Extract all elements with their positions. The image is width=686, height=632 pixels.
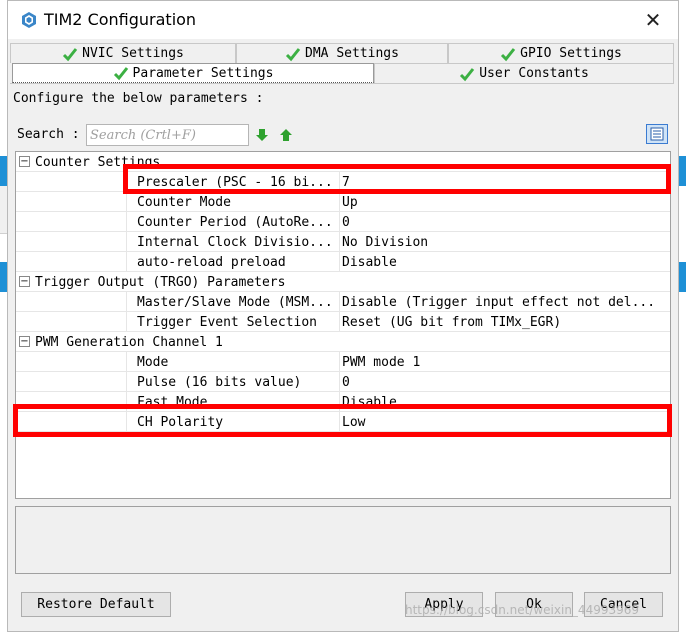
param-row[interactable]: auto-reload preload Disable: [16, 252, 670, 272]
tab-dma-settings[interactable]: DMA Settings: [236, 43, 448, 63]
param-value[interactable]: 0: [342, 375, 667, 390]
tab-nvic-settings[interactable]: NVIC Settings: [10, 43, 236, 63]
cube-logo-icon: [22, 12, 36, 28]
check-icon: [460, 67, 475, 81]
tab-label: GPIO Settings: [520, 46, 622, 61]
param-name: Trigger Event Selection: [137, 315, 318, 330]
close-button[interactable]: ✕: [640, 7, 666, 33]
group-pwm-generation-channel-1[interactable]: − PWM Generation Channel 1: [16, 332, 670, 352]
param-row[interactable]: Pulse (16 bits value) 0: [16, 372, 670, 392]
watermark-text: https://blog.csdn.net/weixin_44993969: [405, 603, 640, 617]
tab-label: Parameter Settings: [132, 65, 274, 81]
param-value[interactable]: 0: [342, 215, 667, 230]
parameter-tree: − Counter Settings Prescaler (PSC - 16 b…: [15, 151, 671, 499]
group-name: PWM Generation Channel 1: [35, 335, 223, 350]
check-icon: [501, 47, 516, 61]
dialog-title: TIM2 Configuration: [44, 10, 197, 29]
check-icon: [113, 67, 128, 81]
param-value[interactable]: Disable (Trigger input effect not del...: [342, 295, 667, 310]
configure-instructions: Configure the below parameters :: [13, 91, 264, 106]
param-row[interactable]: Trigger Event Selection Reset (UG bit fro…: [16, 312, 670, 332]
search-input[interactable]: [86, 124, 249, 146]
tab-gpio-settings[interactable]: GPIO Settings: [448, 43, 674, 63]
param-value[interactable]: Disable: [342, 255, 667, 270]
group-name: Trigger Output (TRGO) Parameters: [35, 275, 286, 290]
tabs-divider: [10, 83, 674, 84]
annotation-highlight-prescaler: [123, 164, 671, 194]
param-value[interactable]: Up: [342, 195, 667, 210]
param-name: Counter Period (AutoRe...: [137, 215, 333, 230]
param-value[interactable]: PWM mode 1: [342, 355, 667, 370]
collapse-icon[interactable]: −: [19, 156, 30, 167]
search-label: Search :: [17, 127, 80, 142]
group-trigger-output[interactable]: − Trigger Output (TRGO) Parameters: [16, 272, 670, 292]
list-view-icon: [650, 127, 664, 141]
param-name: Mode: [137, 355, 169, 370]
param-name: Counter Mode: [137, 195, 231, 210]
tim2-configuration-dialog: TIM2 Configuration ✕ NVIC Settings DMA S…: [7, 0, 679, 632]
collapse-icon[interactable]: −: [19, 336, 30, 347]
param-row[interactable]: Mode PWM mode 1: [16, 352, 670, 372]
tab-user-constants[interactable]: User Constants: [374, 63, 674, 83]
param-value[interactable]: Reset (UG bit from TIMx_EGR): [342, 315, 667, 330]
param-row[interactable]: Counter Period (AutoRe... 0: [16, 212, 670, 232]
arrow-down-icon[interactable]: [254, 127, 270, 143]
param-row[interactable]: Internal Clock Divisio... No Division: [16, 232, 670, 252]
tab-parameter-settings[interactable]: Parameter Settings: [12, 63, 374, 83]
param-name: Master/Slave Mode (MSM...: [137, 295, 333, 310]
param-name: Pulse (16 bits value): [137, 375, 302, 390]
list-view-button[interactable]: [646, 124, 668, 144]
title-bar: TIM2 Configuration ✕: [8, 1, 678, 39]
tab-label: User Constants: [479, 66, 589, 81]
param-name: auto-reload preload: [137, 255, 286, 270]
restore-default-button[interactable]: Restore Default: [21, 592, 171, 617]
arrow-up-icon[interactable]: [278, 127, 294, 143]
param-row[interactable]: Counter Mode Up: [16, 192, 670, 212]
param-name: Internal Clock Divisio...: [137, 235, 333, 250]
collapse-icon[interactable]: −: [19, 276, 30, 287]
check-icon: [63, 47, 78, 61]
tab-label: DMA Settings: [305, 46, 399, 61]
description-panel: [15, 506, 671, 574]
param-row[interactable]: Master/Slave Mode (MSM... Disable (Trigge…: [16, 292, 670, 312]
annotation-highlight-ch-polarity: [13, 404, 672, 437]
tab-label: NVIC Settings: [82, 46, 184, 61]
check-icon: [285, 47, 301, 61]
param-value[interactable]: No Division: [342, 235, 667, 250]
